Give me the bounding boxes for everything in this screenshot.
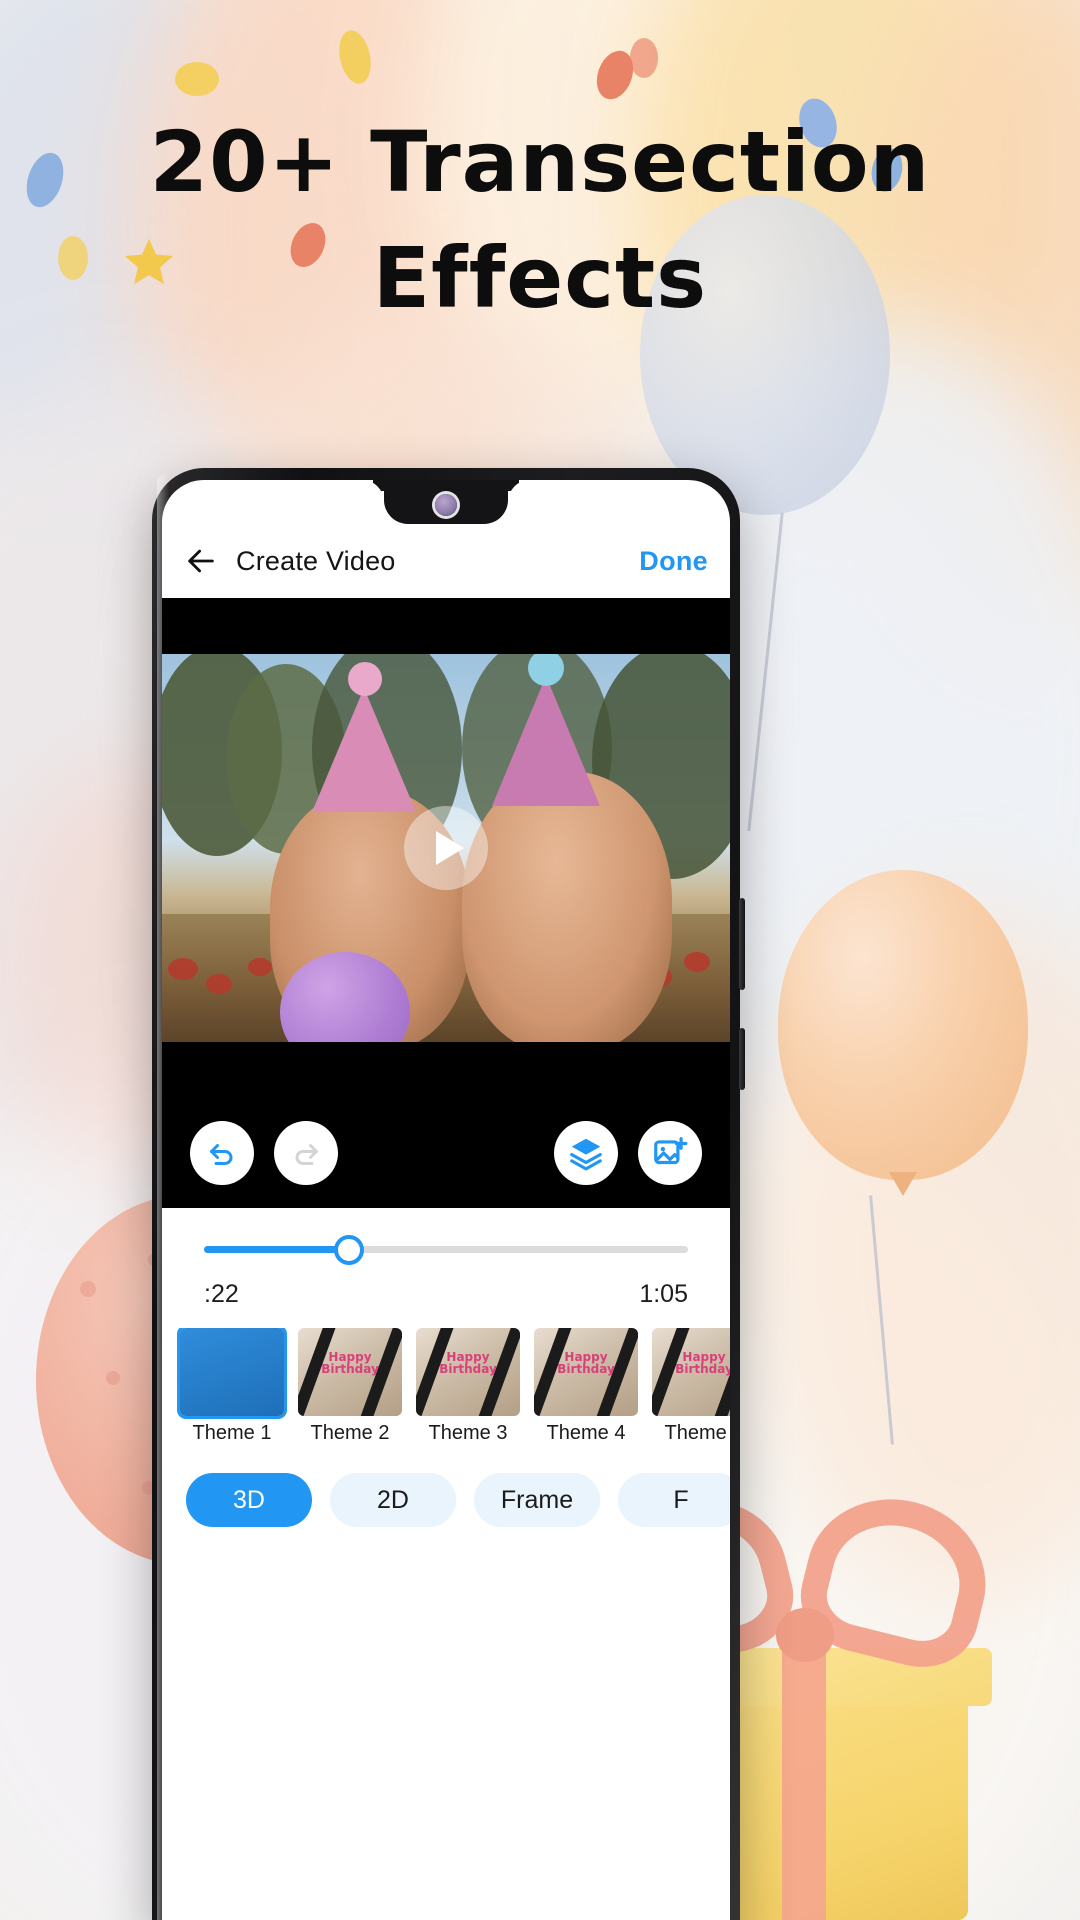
front-camera-icon: [435, 494, 457, 516]
undo-button[interactable]: [190, 1121, 254, 1185]
theme-item[interactable]: Happy Birthday Theme 5: [652, 1328, 730, 1445]
theme-label: Theme 1: [192, 1422, 272, 1444]
page-title: 20+ Transection Effects: [0, 105, 1080, 337]
total-time-label: 1:05: [639, 1280, 688, 1308]
phone-screen: Create Video Done:22 1:05 Theme 1 Happy…: [162, 480, 730, 1920]
redo-icon: [295, 1144, 318, 1165]
theme-thumbnail: Happy Birthday: [416, 1328, 520, 1416]
tab-f[interactable]: F: [618, 1473, 730, 1527]
theme-thumbnail: Happy Birthday: [652, 1328, 730, 1416]
video-preview[interactable]: [162, 598, 730, 1098]
add-media-button[interactable]: [638, 1121, 702, 1185]
theme-item[interactable]: Theme 1: [180, 1328, 284, 1445]
theme-item[interactable]: Happy Birthday Theme 3: [416, 1328, 520, 1445]
theme-label: Theme 3: [428, 1422, 508, 1444]
theme-label: Theme 4: [546, 1422, 626, 1444]
theme-caption: Happy Birthday: [321, 1349, 379, 1377]
tab-3d[interactable]: 3D: [186, 1473, 312, 1527]
volume-button[interactable]: [739, 1028, 745, 1090]
themes-strip[interactable]: Theme 1 Happy Birthday Theme 2 Happy Birthd…: [162, 1328, 730, 1456]
category-tabs[interactable]: 3D 2D Frame F: [162, 1460, 730, 1540]
current-time-label: :22: [204, 1280, 239, 1308]
undo-icon: [210, 1144, 233, 1165]
headline-line-2: Effects: [372, 228, 708, 327]
tab-frame[interactable]: Frame: [474, 1473, 600, 1527]
theme-item[interactable]: Happy Birthday Theme 4: [534, 1328, 638, 1445]
tab-2d[interactable]: 2D: [330, 1473, 456, 1527]
seekbar-track[interactable]: [204, 1234, 688, 1265]
seekbar-thumb[interactable]: [334, 1234, 365, 1265]
theme-caption: Happy Birthday: [439, 1349, 497, 1377]
play-icon: [436, 831, 464, 865]
promo-screenshot: 20+ Transection Effects Create Video Don…: [0, 0, 1080, 1920]
theme-caption: Happy Birthday: [675, 1349, 730, 1377]
theme-label: Theme 2: [310, 1422, 390, 1444]
theme-label: Theme 5: [664, 1422, 730, 1444]
theme-thumbnail: Happy Birthday: [534, 1328, 638, 1416]
phone-mockup: Create Video Done:22 1:05 Theme 1 Happy…: [152, 468, 745, 1920]
power-button[interactable]: [739, 898, 745, 990]
layers-icon: [570, 1138, 602, 1171]
theme-item[interactable]: Happy Birthday Theme 2: [298, 1328, 402, 1445]
play-button[interactable]: [404, 806, 488, 890]
phone-notch: [384, 480, 508, 524]
balloon-orange: [778, 870, 1028, 1180]
theme-thumbnail: [180, 1328, 284, 1416]
add-image-icon: [654, 1137, 688, 1165]
page-title-create-video: Create Video: [236, 545, 396, 576]
theme-caption: Happy Birthday: [557, 1349, 615, 1377]
layers-button[interactable]: [554, 1121, 618, 1185]
time-row: :22 1:05: [204, 1280, 688, 1309]
headline-line-1: 20+ Transection: [149, 113, 931, 211]
edit-toolbar: [162, 1098, 730, 1208]
arrow-left-icon[interactable]: [184, 544, 218, 578]
done-button[interactable]: Done: [639, 546, 708, 577]
app-header: Create Video Done: [162, 524, 730, 598]
redo-button[interactable]: [274, 1121, 338, 1185]
seekbar-fill: [204, 1246, 350, 1253]
theme-thumbnail: Happy Birthday: [298, 1328, 402, 1416]
seekbar-area: :22 1:05: [162, 1208, 730, 1328]
